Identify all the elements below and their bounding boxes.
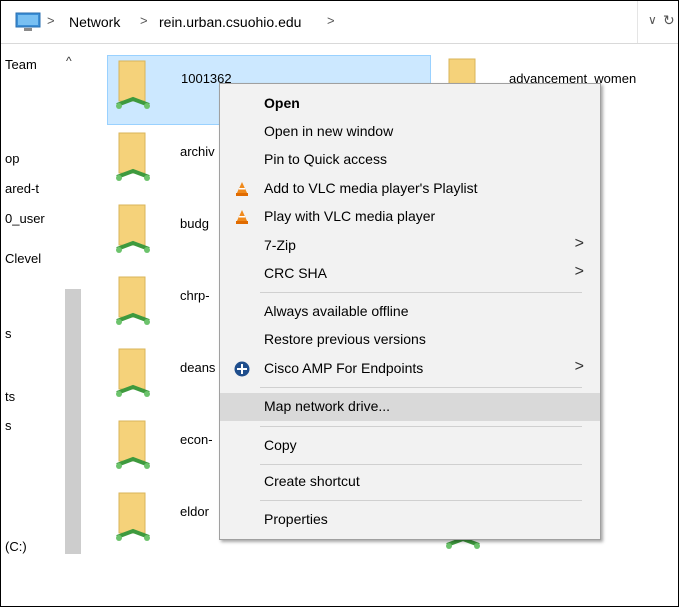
menu-item-7zip[interactable]: 7-Zip > xyxy=(220,232,600,260)
menu-item-create-shortcut[interactable]: Create shortcut xyxy=(220,468,600,496)
menu-item-restore-versions[interactable]: Restore previous versions xyxy=(220,326,600,354)
address-bar[interactable]: > Network > rein.urban.csuohio.edu > ∨ ↻ xyxy=(1,1,678,44)
network-folder-icon xyxy=(116,420,150,469)
menu-item-label: Map network drive... xyxy=(264,398,391,414)
network-folder-icon xyxy=(116,132,150,181)
menu-item-map-network-drive[interactable]: Map network drive... xyxy=(220,393,600,421)
menu-item-label: CRC SHA xyxy=(264,265,328,281)
submenu-arrow-icon: > xyxy=(574,358,584,375)
nav-item[interactable]: ts xyxy=(5,389,61,404)
submenu-arrow-icon: > xyxy=(574,263,584,280)
address-controls: ∨ ↻ xyxy=(637,1,678,43)
chevron-down-icon[interactable]: ∨ xyxy=(648,13,657,27)
network-folder-icon xyxy=(116,60,150,109)
scroll-up-icon[interactable]: ^ xyxy=(66,54,72,68)
file-name: eldor xyxy=(180,504,209,519)
menu-item-label: Properties xyxy=(264,511,328,527)
menu-item-cisco-amp[interactable]: Cisco AMP For Endpoints > xyxy=(220,355,600,383)
nav-item[interactable]: ared-t xyxy=(5,181,61,196)
menu-item-open[interactable]: Open xyxy=(220,90,600,118)
menu-item-vlc-playlist[interactable]: Add to VLC media player's Playlist xyxy=(220,175,600,203)
nav-item[interactable]: op xyxy=(5,151,61,166)
nav-item[interactable]: Team xyxy=(5,57,61,72)
context-menu: Open Open in new window Pin to Quick acc… xyxy=(219,83,601,540)
file-name: budg xyxy=(180,216,209,231)
menu-item-label: 7-Zip xyxy=(264,237,296,253)
nav-item[interactable]: Clevel xyxy=(5,251,61,266)
breadcrumb-network[interactable]: Network xyxy=(69,14,120,30)
menu-separator xyxy=(260,387,582,388)
menu-item-copy[interactable]: Copy xyxy=(220,432,600,460)
file-name: chrp- xyxy=(180,288,210,303)
menu-item-label: Cisco AMP For Endpoints xyxy=(264,360,424,376)
network-folder-icon xyxy=(116,204,150,253)
menu-item-label: Create shortcut xyxy=(264,473,360,489)
nav-item[interactable]: (C:) xyxy=(5,539,61,554)
menu-item-pin-quick-access[interactable]: Pin to Quick access xyxy=(220,146,600,174)
menu-separator xyxy=(260,464,582,465)
menu-item-label: Restore previous versions xyxy=(264,331,426,347)
menu-item-label: Copy xyxy=(264,437,297,453)
menu-item-label: Pin to Quick access xyxy=(264,151,387,167)
menu-separator xyxy=(260,426,582,427)
submenu-arrow-icon: > xyxy=(574,235,584,252)
navigation-pane: Team op ared-t 0_user Clevel s ts s (C:)… xyxy=(1,44,83,556)
menu-item-label: Add to VLC media player's Playlist xyxy=(264,180,478,196)
nav-item[interactable]: s xyxy=(5,418,61,433)
explorer-window: > Network > rein.urban.csuohio.edu > ∨ ↻… xyxy=(0,0,679,607)
network-folder-icon xyxy=(116,492,150,541)
computer-icon xyxy=(15,12,41,31)
nav-item[interactable]: 0_user xyxy=(5,211,61,226)
menu-item-label: Open xyxy=(264,95,300,111)
network-folder-icon xyxy=(116,276,150,325)
menu-separator xyxy=(260,500,582,501)
chevron-right-icon[interactable]: > xyxy=(327,13,335,28)
network-folder-icon xyxy=(116,348,150,397)
menu-item-label: Play with VLC media player xyxy=(264,208,436,224)
menu-separator xyxy=(260,292,582,293)
menu-item-always-offline[interactable]: Always available offline xyxy=(220,298,600,326)
cisco-amp-icon xyxy=(234,361,250,377)
file-name: deans xyxy=(180,360,216,375)
nav-item[interactable]: s xyxy=(5,326,61,341)
menu-item-vlc-play[interactable]: Play with VLC media player xyxy=(220,203,600,231)
vlc-icon xyxy=(236,210,248,224)
vlc-icon xyxy=(236,182,248,196)
file-name: econ- xyxy=(180,432,213,447)
chevron-right-icon: > xyxy=(140,13,148,28)
menu-item-properties[interactable]: Properties xyxy=(220,506,600,534)
refresh-icon[interactable]: ↻ xyxy=(663,12,675,29)
nav-scrollbar[interactable]: ^ xyxy=(63,54,83,554)
chevron-right-icon: > xyxy=(47,13,55,28)
file-name: archiv xyxy=(180,144,215,159)
menu-item-label: Open in new window xyxy=(264,123,394,139)
scroll-thumb[interactable] xyxy=(65,289,81,554)
breadcrumb-host[interactable]: rein.urban.csuohio.edu xyxy=(159,14,301,30)
menu-item-label: Always available offline xyxy=(264,303,409,319)
menu-item-open-new-window[interactable]: Open in new window xyxy=(220,118,600,146)
menu-item-crc-sha[interactable]: CRC SHA > xyxy=(220,260,600,288)
